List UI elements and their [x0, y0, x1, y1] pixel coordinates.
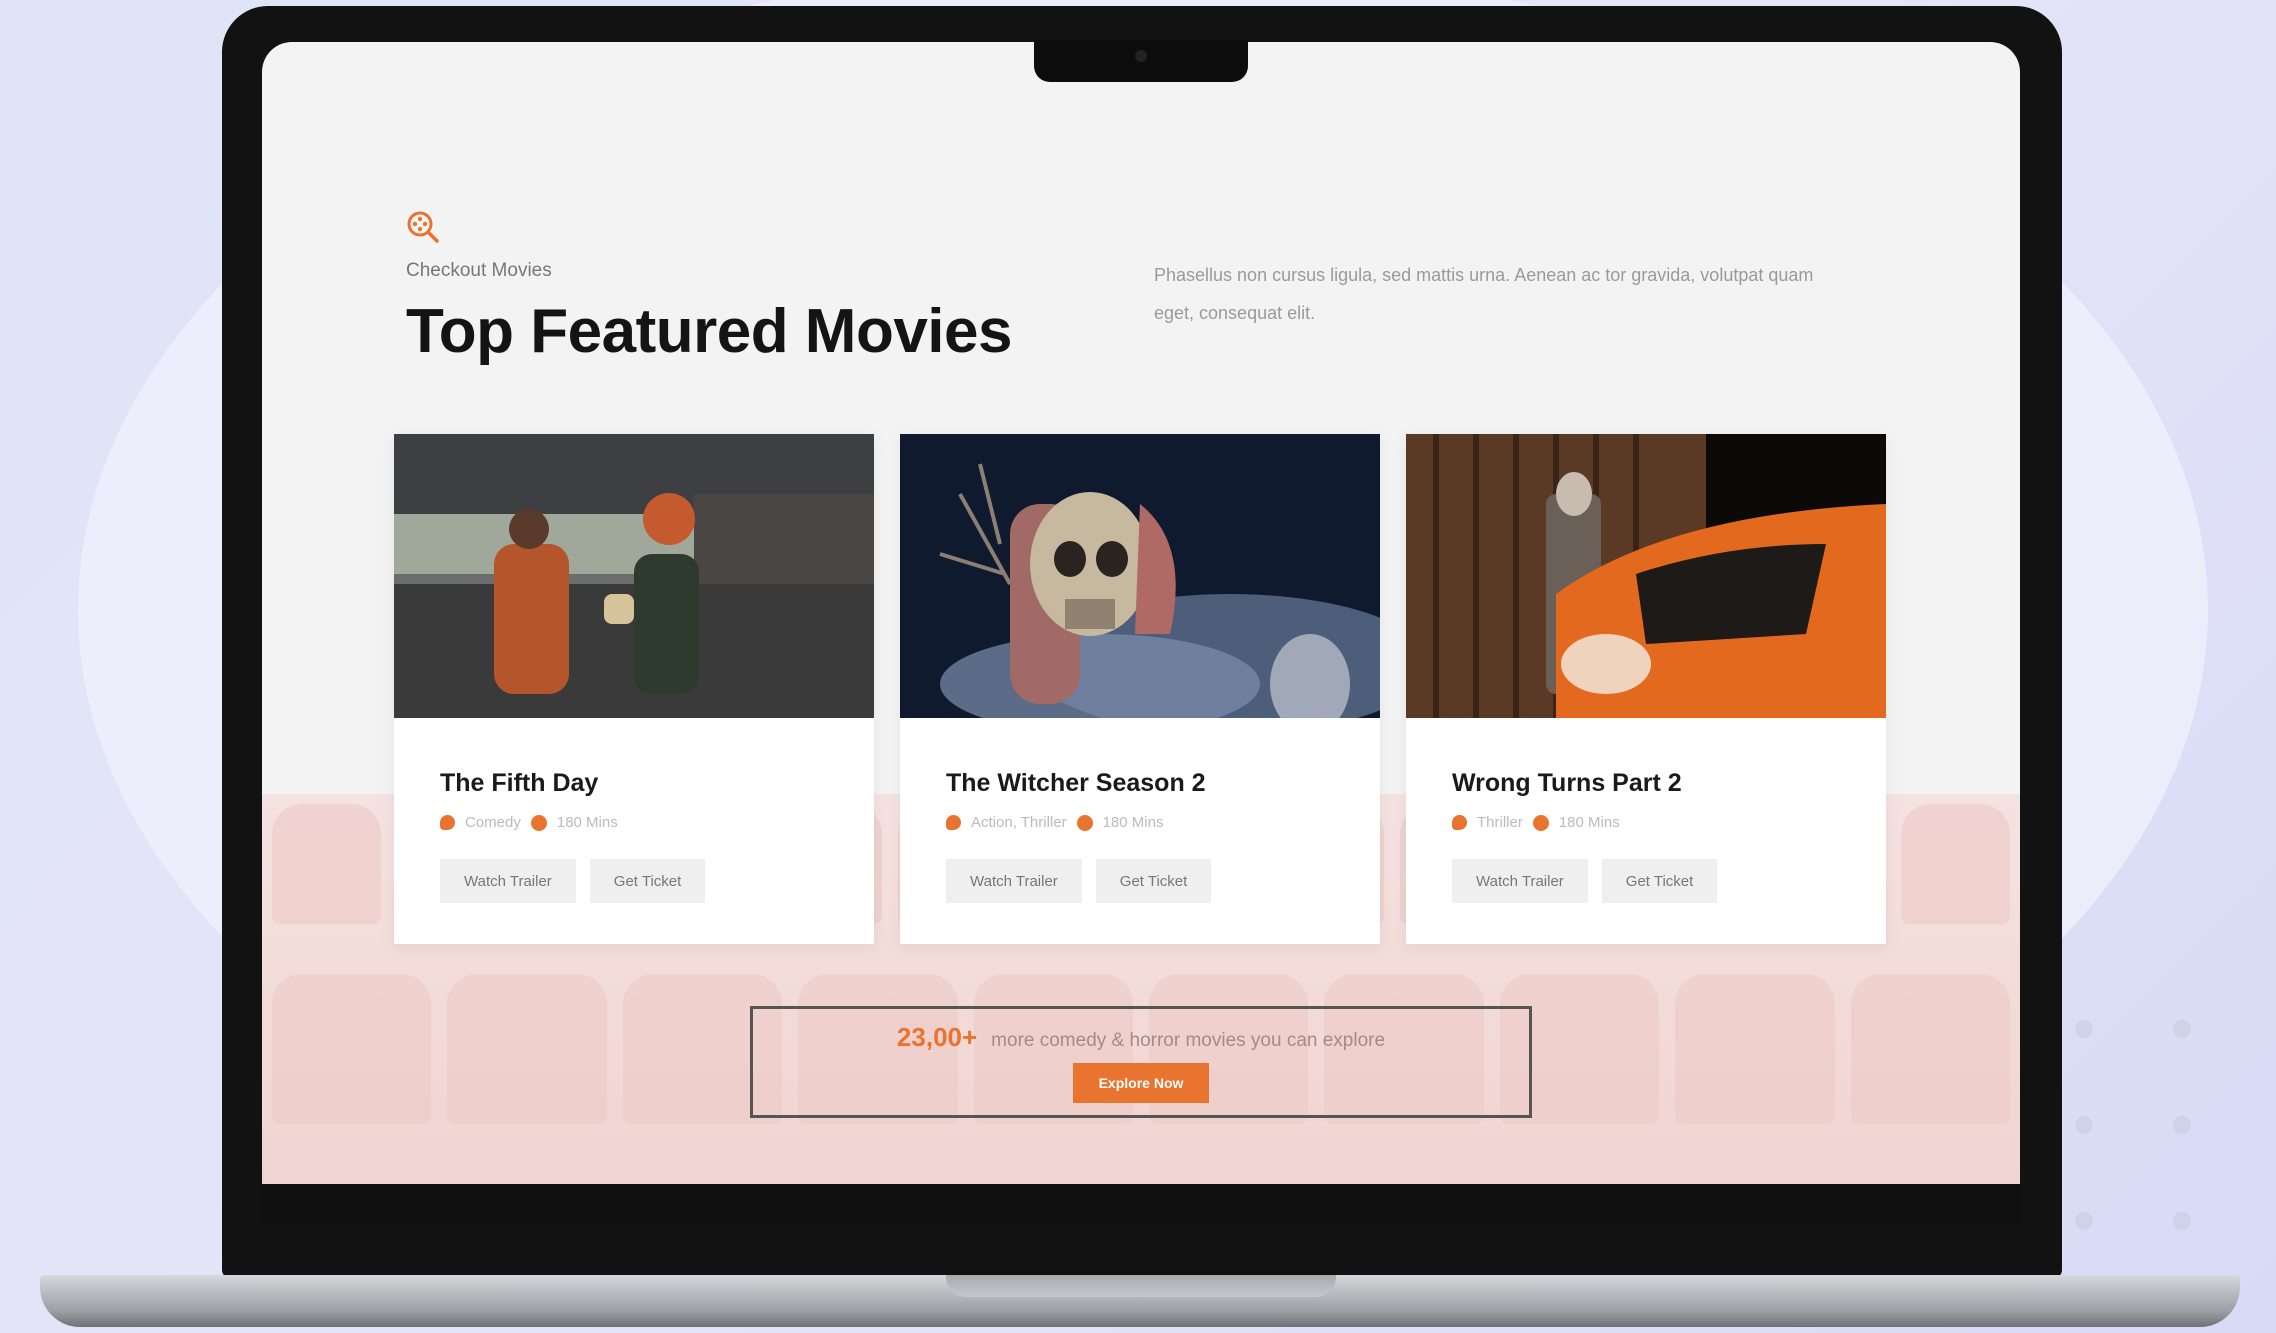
watch-trailer-button[interactable]: Watch Trailer [440, 859, 576, 903]
tag-icon [440, 815, 455, 830]
explore-text: more comedy & horror movies you can expl… [991, 1029, 1386, 1051]
movie-poster-image [900, 434, 1430, 734]
clock-icon [1076, 814, 1093, 831]
movie-genre: Comedy [465, 814, 521, 831]
movie-card[interactable]: Wrong Turns Part 2 Thriller 180 Mins Wat… [1406, 434, 1886, 944]
movie-card[interactable]: The Fifth Day Comedy 180 Mins Watch Trai… [394, 434, 874, 944]
laptop-screen: Checkout Movies Top Featured Movies Phas… [262, 42, 2020, 1184]
decorative-dots [2075, 1020, 2215, 1240]
section-eyebrow: Checkout Movies [406, 260, 552, 281]
clock-icon [530, 814, 547, 831]
tag-icon [946, 815, 961, 830]
movie-genre: Action, Thriller [971, 814, 1067, 831]
movie-title[interactable]: The Fifth Day [440, 769, 828, 798]
movie-poster-image [394, 434, 874, 718]
movie-count: 23,00+ [896, 1021, 978, 1052]
film-search-icon [407, 211, 439, 243]
movie-title[interactable]: The Witcher Season 2 [946, 769, 1334, 798]
laptop-bezel-bottom [262, 1184, 2020, 1224]
movie-duration: 180 Mins [556, 814, 618, 831]
movie-title[interactable]: Wrong Turns Part 2 [1452, 769, 1840, 798]
get-ticket-button[interactable]: Get Ticket [1601, 859, 1718, 903]
movie-duration: 180 Mins [1558, 814, 1620, 831]
movie-poster-image [1406, 434, 1886, 718]
watch-trailer-button[interactable]: Watch Trailer [946, 859, 1082, 903]
movie-duration: 180 Mins [1102, 814, 1164, 831]
laptop-notch [1034, 40, 1248, 82]
get-ticket-button[interactable]: Get Ticket [589, 859, 706, 903]
movie-card-list: The Fifth Day Comedy 180 Mins Watch Trai… [394, 434, 1886, 944]
explore-banner: 23,00+ more comedy & horror movies you c… [750, 1006, 1532, 1118]
clock-icon [1532, 814, 1549, 831]
movie-card[interactable]: The Witcher Season 2 Action, Thriller 18… [900, 434, 1430, 944]
laptop-hinge-notch [946, 1275, 1336, 1297]
page-title: Top Featured Movies [406, 297, 1013, 366]
explore-now-button[interactable]: Explore Now [1072, 1062, 1210, 1103]
movie-genre: Thriller [1477, 814, 1523, 831]
camera-icon [1135, 50, 1147, 62]
tag-icon [1452, 815, 1467, 830]
get-ticket-button[interactable]: Get Ticket [1095, 859, 1212, 903]
watch-trailer-button[interactable]: Watch Trailer [1452, 859, 1588, 903]
section-description: Phasellus non cursus ligula, sed mattis … [1154, 265, 1814, 323]
